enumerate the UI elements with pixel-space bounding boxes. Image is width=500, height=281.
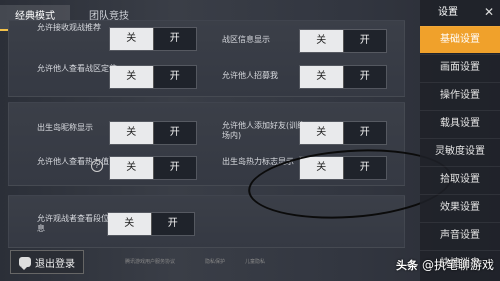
settings-sidebar: 设置 ✕ 基础设置 画面设置 操作设置 载具设置 灵敏度设置 拾取设置 效果设置… [420, 0, 500, 281]
sidebar-item-pickup[interactable]: 拾取设置 [420, 166, 500, 193]
allow-recruit-toggle[interactable]: 关 开 [299, 65, 387, 89]
allow-spectate-recommend-label: 允许接收观战推荐 [37, 23, 101, 32]
allow-view-heat-label: 允许他人查看热力值 [37, 157, 109, 166]
sidebar-item-vehicle[interactable]: 载具设置 [420, 110, 500, 137]
on-option[interactable]: 开 [152, 122, 196, 144]
watermark: 头条 @执笔聊游戏 [396, 256, 494, 273]
on-option[interactable]: 开 [152, 66, 196, 88]
footer-link-child-privacy[interactable]: 儿童隐私 [245, 258, 265, 265]
on-option[interactable]: 开 [342, 30, 386, 52]
sidebar-item-sound[interactable]: 声音设置 [420, 222, 500, 249]
wechat-icon [19, 257, 31, 270]
off-option[interactable]: 关 [300, 66, 343, 88]
off-option[interactable]: 关 [110, 28, 153, 50]
settings-panel-1: 允许接收观战推荐 关 开 战区信息显示 关 开 允许他人查看战区定位 关 开 允… [8, 20, 405, 97]
on-option[interactable]: 开 [150, 213, 194, 235]
sidebar-item-controls[interactable]: 操作设置 [420, 82, 500, 109]
off-option[interactable]: 关 [110, 157, 153, 179]
allow-view-zone-location-label: 允许他人查看战区定位 [37, 64, 117, 73]
war-zone-info-label: 战区信息显示 [222, 35, 270, 44]
view-heat-toggle[interactable]: 关 开 [109, 156, 197, 180]
footer-link-terms[interactable]: 腾讯游戏用户服务协议 [125, 258, 175, 265]
allow-spectator-rank-label: 允许观战者查看段位信息 [37, 214, 117, 233]
watermark-text: @执笔聊游戏 [421, 258, 494, 272]
off-option[interactable]: 关 [110, 122, 153, 144]
allow-add-friend-toggle[interactable]: 关 开 [299, 121, 387, 145]
spectate-recommend-toggle[interactable]: 关 开 [109, 27, 197, 51]
spectator-rank-toggle[interactable]: 关 开 [107, 212, 195, 236]
footer-link-privacy[interactable]: 隐私保护 [205, 258, 225, 265]
on-option[interactable]: 开 [342, 66, 386, 88]
war-zone-info-toggle[interactable]: 关 开 [299, 29, 387, 53]
logout-button[interactable]: 退出登录 [10, 250, 84, 274]
view-zone-location-toggle[interactable]: 关 开 [109, 65, 197, 89]
logout-label: 退出登录 [35, 258, 75, 270]
watermark-logo: 头条 [395, 258, 418, 272]
on-option[interactable]: 开 [152, 157, 196, 179]
sidebar-item-basic[interactable]: 基础设置 [420, 26, 500, 53]
off-option[interactable]: 关 [300, 30, 343, 52]
settings-title: 设置 [438, 7, 458, 18]
allow-recruit-label: 允许他人招募我 [222, 71, 278, 80]
close-icon[interactable]: ✕ [482, 5, 496, 19]
help-icon[interactable]: ? [91, 160, 103, 172]
on-option[interactable]: 开 [152, 28, 196, 50]
spawn-nickname-toggle[interactable]: 关 开 [109, 121, 197, 145]
sidebar-item-sensitivity[interactable]: 灵敏度设置 [420, 138, 500, 165]
off-option[interactable]: 关 [110, 66, 153, 88]
spawn-nickname-label: 出生岛昵称显示 [37, 123, 93, 132]
off-option[interactable]: 关 [300, 122, 343, 144]
sidebar-item-effects[interactable]: 效果设置 [420, 194, 500, 221]
off-option[interactable]: 关 [108, 213, 151, 235]
sidebar-item-graphics[interactable]: 画面设置 [420, 54, 500, 81]
on-option[interactable]: 开 [342, 122, 386, 144]
